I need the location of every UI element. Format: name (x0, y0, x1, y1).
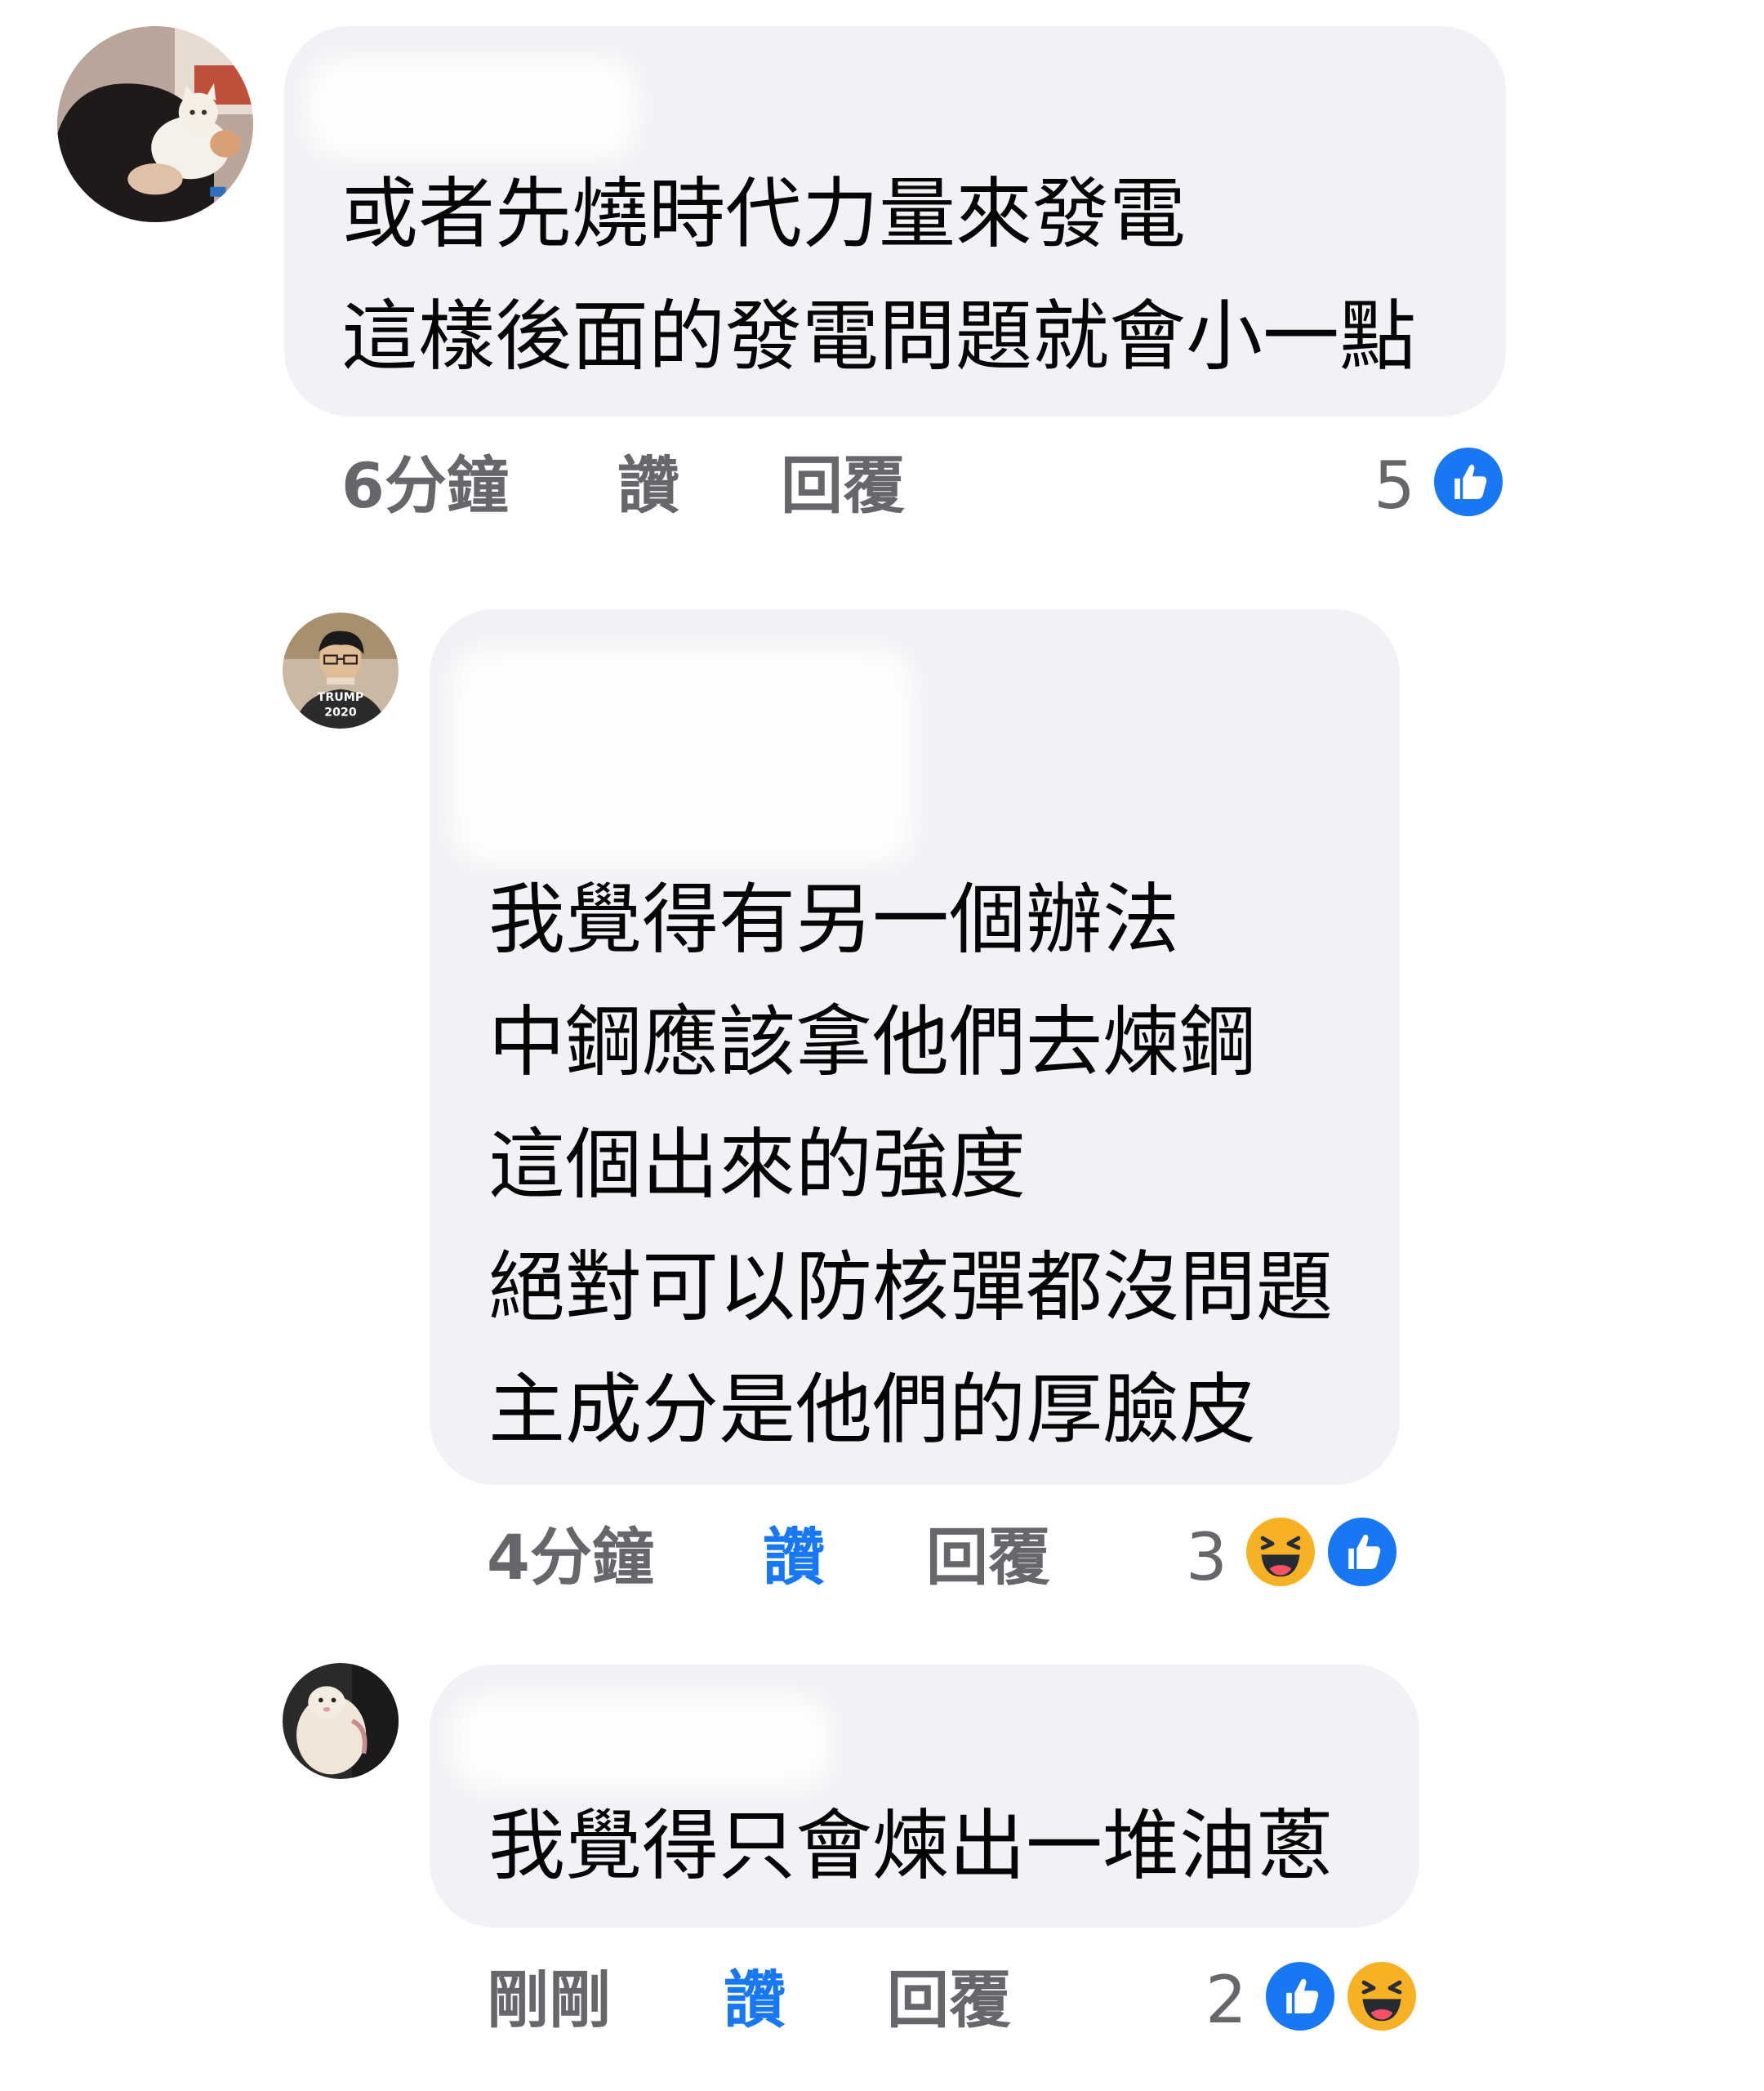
comment-line: 絕對可以防核彈都沒問題 (488, 1243, 1334, 1332)
author-name-redacted (454, 650, 911, 863)
like-button[interactable]: 讚 (763, 1521, 825, 1594)
comment-bubble: 我覺得有另一個辦法 中鋼應該拿他們去煉鋼 這個出來的強度 絕對可以防核彈都沒問題… (430, 609, 1400, 1485)
commenter-avatar[interactable] (57, 26, 253, 222)
comment-line: 中鋼應該拿他們去煉鋼 (488, 998, 1257, 1087)
comment-timestamp: 剛剛 (487, 1964, 611, 2036)
like-icon[interactable] (1429, 443, 1508, 521)
avatar-photo: TRUMP 2020 (283, 613, 399, 729)
avatar-photo (57, 26, 253, 222)
haha-icon[interactable] (1241, 1513, 1320, 1591)
reaction-count[interactable]: 2 (1205, 1964, 1247, 2037)
avatar-shirt-text-1: TRUMP (318, 691, 364, 704)
reply-button[interactable]: 回覆 (926, 1521, 1050, 1594)
comment-line: 我覺得有另一個辦法 (488, 876, 1180, 965)
comment-text: 我覺得有另一個辦法 中鋼應該拿他們去煉鋼 這個出來的強度 絕對可以防核彈都沒問題… (488, 859, 1333, 1472)
comment-bubble: 或者先燒時代力量來發電 這樣後面的發電問題就會小一點 (284, 26, 1506, 417)
comment-line: 或者先燒時代力量來發電 (341, 170, 1187, 259)
comment-text: 我覺得只會煉出一堆油蔥 (488, 1786, 1333, 1908)
avatar-photo (283, 1663, 399, 1779)
reply-button[interactable]: 回覆 (887, 1964, 1011, 2037)
avatar-shirt-text-2: 2020 (324, 706, 357, 719)
comment-timestamp: 6分鐘 (341, 449, 509, 522)
comment-line: 這個出來的強度 (488, 1121, 1027, 1210)
commenter-avatar[interactable]: TRUMP 2020 (283, 613, 399, 729)
like-icon[interactable] (1261, 1957, 1339, 2035)
like-icon[interactable] (1323, 1513, 1401, 1591)
comment-line: 這樣後面的發電問題就會小一點 (341, 292, 1417, 381)
commenter-avatar[interactable] (283, 1663, 399, 1779)
like-button[interactable]: 讚 (724, 1964, 786, 2037)
comment-timestamp: 4分鐘 (487, 1521, 654, 1594)
reaction-count[interactable]: 3 (1186, 1521, 1227, 1594)
comment-line: 主成分是他們的厚臉皮 (488, 1366, 1257, 1455)
haha-icon[interactable] (1343, 1957, 1421, 2035)
comment-text: 或者先燒時代力量來發電 這樣後面的發電問題就會小一點 (341, 154, 1416, 399)
author-name-redacted (454, 1697, 830, 1787)
comment-line: 我覺得只會煉出一堆油蔥 (488, 1802, 1334, 1891)
reaction-count[interactable]: 5 (1374, 449, 1415, 523)
like-button[interactable]: 讚 (617, 449, 679, 523)
author-name-redacted (309, 59, 635, 157)
comment-bubble: 我覺得只會煉出一堆油蔥 (430, 1665, 1419, 1928)
reply-button[interactable]: 回覆 (781, 449, 905, 523)
